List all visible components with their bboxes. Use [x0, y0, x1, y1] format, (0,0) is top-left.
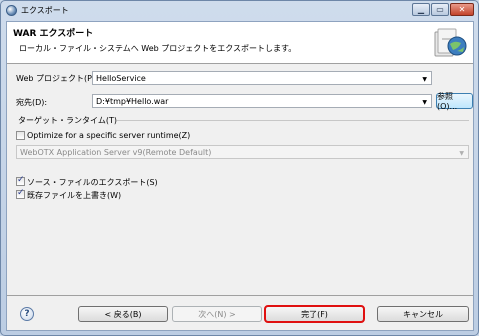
title-bar: エクスポート ▁ ▭ ✕	[1, 1, 478, 21]
chevron-down-icon: ▼	[422, 99, 427, 106]
project-combo[interactable]: HelloService ▼	[92, 71, 432, 85]
project-value: HelloService	[96, 74, 146, 83]
back-button[interactable]: < 戻る(B)	[78, 306, 168, 322]
war-export-icon	[434, 28, 467, 57]
next-button[interactable]: 次へ(N) >	[172, 306, 262, 322]
section-divider	[117, 120, 469, 121]
cancel-button[interactable]: キャンセル	[377, 306, 469, 322]
finish-button[interactable]: 完了(F)	[264, 305, 365, 323]
chevron-down-icon: ▼	[459, 150, 464, 157]
help-icon[interactable]: ?	[20, 307, 34, 321]
project-label: Web プロジェクト(P):	[16, 74, 98, 83]
window-title: エクスポート	[21, 6, 69, 15]
minimize-button[interactable]: ▁	[412, 3, 430, 16]
window-controls: ▁ ▭ ✕	[412, 3, 474, 16]
close-button[interactable]: ✕	[450, 3, 474, 16]
overwrite-label: 既存ファイルを上書き(W)	[27, 191, 122, 200]
destination-combo[interactable]: D:¥tmp¥Hello.war ▼	[92, 94, 432, 108]
export-source-label: ソース・ファイルのエクスポート(S)	[27, 178, 158, 187]
target-runtime-heading: ターゲット・ランタイム(T)	[18, 116, 117, 125]
runtime-combo: WebOTX Application Server v9(Remote Defa…	[16, 145, 469, 159]
maximize-button[interactable]: ▭	[431, 3, 449, 16]
chevron-down-icon: ▼	[422, 76, 427, 83]
dialog-client-area: WAR エクスポート ローカル・ファイル・システムへ Web プロジェクトをエク…	[6, 21, 474, 331]
optimize-label: Optimize for a specific server runtime(Z…	[27, 131, 191, 140]
runtime-value: WebOTX Application Server v9(Remote Defa…	[20, 148, 212, 157]
destination-label: 宛先(D):	[16, 98, 48, 107]
export-source-checkbox[interactable]	[16, 175, 25, 186]
footer-separator	[7, 295, 473, 296]
browse-button[interactable]: 参照(O)...	[436, 92, 473, 111]
optimize-checkbox[interactable]	[16, 131, 25, 140]
export-dialog-window: エクスポート ▁ ▭ ✕ WAR エクスポート ローカル・ファイル・システムへ …	[0, 0, 479, 336]
app-icon	[6, 5, 17, 16]
wizard-title: WAR エクスポート	[13, 29, 94, 39]
overwrite-checkbox[interactable]	[16, 188, 25, 199]
wizard-description: ローカル・ファイル・システムへ Web プロジェクトをエクスポートします。	[19, 44, 297, 53]
destination-value: D:¥tmp¥Hello.war	[96, 97, 169, 106]
wizard-banner: WAR エクスポート ローカル・ファイル・システムへ Web プロジェクトをエク…	[7, 22, 473, 64]
